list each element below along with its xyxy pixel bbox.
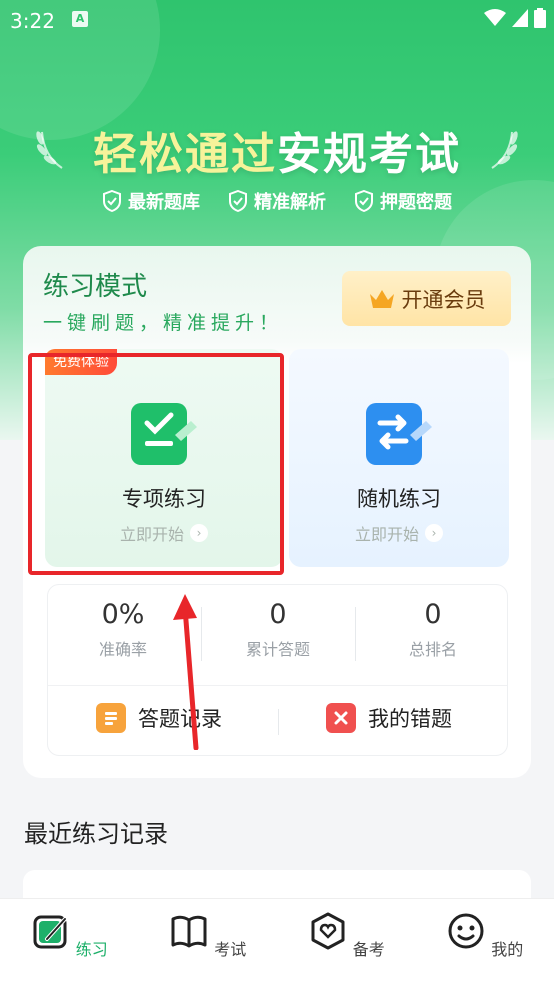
action-label: 我的错题 (368, 707, 452, 731)
stat-value: 0 (269, 599, 287, 630)
special-practice-card[interactable]: 免费体验 专项练习 立即开始 › (45, 349, 283, 567)
nav-label: 练习 (75, 940, 108, 959)
shield-check-icon (355, 190, 373, 212)
start-now-label: 立即开始 (354, 525, 419, 544)
crown-icon (369, 289, 394, 308)
divider (355, 607, 356, 661)
free-trial-badge: 免费体验 (45, 349, 117, 375)
record-icon (96, 703, 126, 733)
mode-name: 随机练习 (357, 487, 441, 511)
stat-value: 0 (424, 599, 442, 630)
feature-item: 最新题库 (102, 188, 200, 214)
mode-name: 专项练习 (122, 487, 206, 511)
vip-label: 开通会员 (401, 287, 486, 312)
feature-item: 精准解析 (228, 188, 326, 214)
status-bar: 3:22 A (0, 0, 554, 38)
book-icon (171, 915, 207, 948)
hexagon-heart-icon (311, 912, 345, 950)
bottom-nav: 练习 考试 备考 我的 (0, 898, 554, 984)
practice-pencil-icon (33, 915, 67, 949)
system-icons (484, 8, 546, 28)
feature-label: 押题密题 (380, 192, 452, 213)
stat-rank: 0 总排名 (358, 599, 508, 660)
checklist-icon (131, 403, 197, 465)
nav-label: 考试 (214, 940, 247, 959)
panel-title: 练习模式 (43, 272, 148, 302)
start-now-label: 立即开始 (119, 525, 184, 544)
my-mistakes-button[interactable]: 我的错题 (326, 703, 452, 733)
headline-rest: 安规考试 (277, 129, 461, 180)
feature-label: 最新题库 (128, 192, 200, 213)
open-vip-button[interactable]: 开通会员 (342, 271, 511, 326)
chevron-right-icon: › (425, 524, 443, 542)
wrong-answer-icon (326, 703, 356, 733)
nav-tab-exam[interactable]: 考试 (139, 899, 278, 984)
stat-total-answered: 0 累计答题 (203, 599, 353, 660)
divider (48, 685, 507, 686)
chevron-right-icon: › (190, 524, 208, 542)
panel-subtitle: 一键刷题，精准提升！ (43, 312, 284, 334)
signal-icon (512, 9, 528, 27)
status-time: 3:22 (10, 9, 55, 33)
shuffle-icon (366, 403, 432, 465)
stat-label: 累计答题 (245, 640, 310, 659)
headline-highlight: 轻松通过 (93, 129, 277, 180)
annotation-arrow-icon (173, 594, 199, 750)
wifi-icon (484, 9, 506, 26)
random-practice-card[interactable]: 随机练习 立即开始 › (289, 349, 509, 567)
stats-box: 0% 准确率 0 累计答题 0 总排名 答题记录 我的错题 (47, 584, 508, 756)
feature-item: 押题密题 (354, 188, 452, 214)
shield-check-icon (103, 190, 121, 212)
start-now-link[interactable]: 立即开始 › (289, 521, 509, 545)
stat-label: 总排名 (408, 640, 457, 659)
hero-headline: 轻松通过安规考试 (0, 118, 554, 182)
nav-tab-mine[interactable]: 我的 (416, 899, 554, 984)
nav-tab-practice[interactable]: 练习 (0, 899, 139, 984)
recent-practice-title: 最近练习记录 (24, 820, 168, 848)
smiley-icon (448, 913, 484, 949)
battery-icon (534, 8, 546, 28)
notification-icon: A (72, 11, 88, 27)
divider (278, 709, 279, 735)
laurel-right-icon (491, 131, 518, 169)
feature-label: 精准解析 (254, 192, 326, 213)
feature-list: 最新题库 精准解析 押题密题 (0, 188, 554, 214)
nav-label: 备考 (352, 940, 385, 959)
nav-tab-prepare[interactable]: 备考 (277, 899, 416, 984)
shield-check-icon (229, 190, 247, 212)
nav-label: 我的 (491, 940, 524, 959)
start-now-link[interactable]: 立即开始 › (45, 521, 283, 545)
